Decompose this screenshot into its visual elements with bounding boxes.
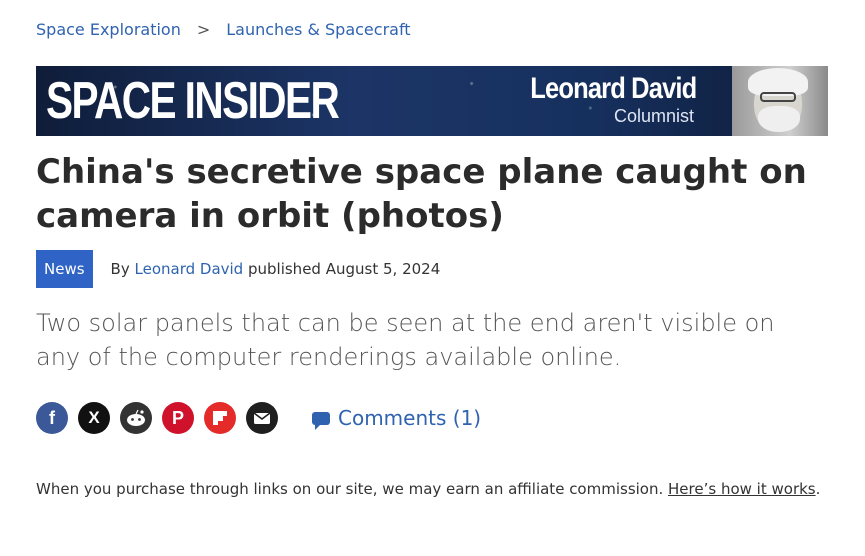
article-headline: China's secretive space plane caught on … [36,152,807,236]
breadcrumb-launches-spacecraft[interactable]: Launches & Spacecraft [226,20,410,39]
share-bar: f X P Comments (1) [36,402,481,434]
pinterest-share-button[interactable]: P [162,402,194,434]
author-link[interactable]: Leonard David [135,260,244,278]
x-icon: X [88,408,100,427]
banner-columnist-name: Leonard David [529,72,697,105]
article-meta: News By Leonard David published August 5… [36,250,440,288]
byline: By Leonard David published August 5, 202… [111,260,441,278]
columnist-portrait [732,66,828,136]
affiliate-text: When you purchase through links on our s… [36,480,669,498]
news-badge[interactable]: News [36,250,93,288]
portrait-glasses [760,92,796,102]
comments-label: Comments (1) [338,406,482,430]
flipboard-icon [213,411,227,425]
affiliate-disclosure: When you purchase through links on our s… [36,478,826,501]
byline-by: By [110,260,130,278]
breadcrumb-space-exploration[interactable]: Space Exploration [36,20,181,39]
comment-bubble-icon [312,411,330,430]
facebook-share-button[interactable]: f [36,402,68,434]
facebook-icon: f [49,407,55,428]
banner-columnist-role: Columnist [613,106,694,126]
article-subtitle: Two solar panels that can be seen at the… [36,309,775,371]
comments-link[interactable]: Comments (1) [312,406,481,430]
email-icon [253,411,271,424]
byline-published: published [247,260,321,278]
reddit-share-button[interactable] [120,402,152,434]
breadcrumb-separator: > [196,20,211,39]
publish-date: August 5, 2024 [325,260,441,278]
affiliate-period: . [815,480,821,498]
breadcrumb: Space Exploration > Launches & Spacecraf… [36,20,411,39]
pinterest-icon: P [171,407,184,428]
portrait-beard [758,106,800,132]
email-share-button[interactable] [246,402,278,434]
space-insider-banner[interactable]: SPACE INSIDER Leonard David Columnist [36,66,828,136]
banner-title: SPACE INSIDER [46,72,340,130]
x-share-button[interactable]: X [78,402,110,434]
affiliate-how-link[interactable]: Here’s how it works [668,480,816,498]
reddit-icon [127,409,145,426]
flipboard-share-button[interactable] [204,402,236,434]
